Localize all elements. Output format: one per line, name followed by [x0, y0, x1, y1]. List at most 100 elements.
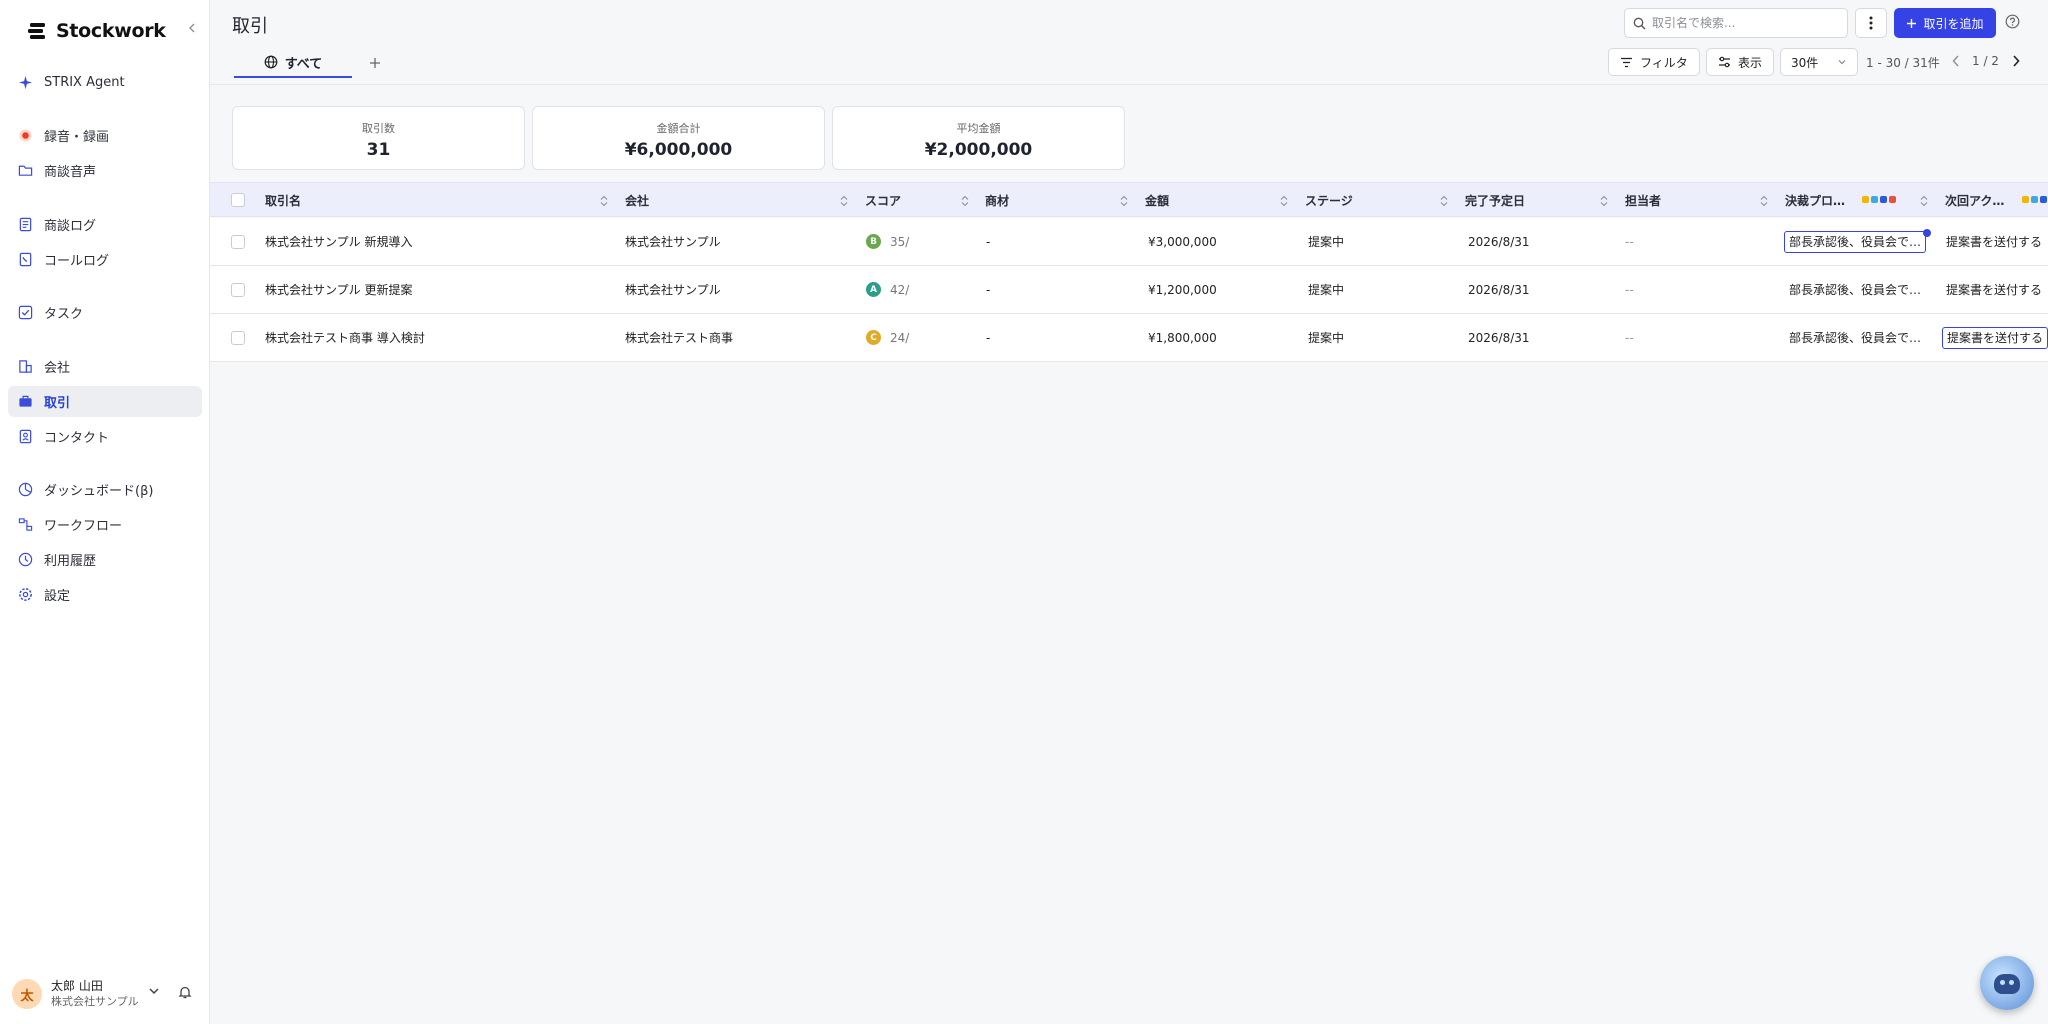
chevron-down-icon	[1838, 60, 1846, 65]
chevron-left-icon[interactable]	[1950, 54, 1962, 68]
company-cell[interactable]: 株式会社サンプル	[625, 218, 721, 265]
owner-cell[interactable]: --	[1625, 266, 1634, 313]
sort-icon[interactable]	[1599, 195, 1609, 207]
due-date-cell[interactable]: 2026/8/31	[1468, 314, 1530, 361]
sort-icon[interactable]	[1279, 195, 1289, 207]
more-options-button[interactable]	[1855, 8, 1887, 38]
column-header-company[interactable]: 会社	[625, 183, 649, 218]
due-date-cell[interactable]: 2026/8/31	[1468, 266, 1530, 313]
gear-icon	[19, 588, 32, 601]
user-menu[interactable]: 太 太郎 山田 株式会社サンプル	[12, 975, 202, 1013]
select-all-checkbox[interactable]	[231, 193, 245, 207]
amount-cell[interactable]: ¥1,800,000	[1148, 314, 1217, 361]
decision-process-cell[interactable]: 部長承認後、役員会で…	[1789, 266, 1921, 313]
owner-cell[interactable]: --	[1625, 218, 1634, 265]
sidebar-item-workflow[interactable]: ワークフロー	[8, 509, 202, 540]
sparkle-icon	[18, 75, 33, 90]
row-checkbox[interactable]	[231, 235, 245, 249]
stage-cell[interactable]: 提案中	[1308, 218, 1344, 265]
row-checkbox[interactable]	[231, 283, 245, 297]
sort-icon[interactable]	[1119, 195, 1129, 207]
sidebar-item-deals[interactable]: 取引	[8, 386, 202, 417]
row-checkbox[interactable]	[231, 331, 245, 345]
tab-all[interactable]: すべて	[234, 48, 352, 78]
search-box[interactable]	[1624, 8, 1848, 38]
next-action-cell[interactable]: 提案書を送付する	[1946, 266, 2042, 313]
stage-cell[interactable]: 提案中	[1308, 314, 1344, 361]
column-header-stage[interactable]: ステージ	[1305, 183, 1353, 218]
sort-icon[interactable]	[1759, 195, 1769, 207]
column-header-deal-name[interactable]: 取引名	[265, 183, 301, 218]
collapse-sidebar-icon[interactable]	[186, 22, 198, 34]
sidebar-item-label: 商談ログ	[44, 219, 97, 234]
next-action-cell[interactable]: 提案書を送付する	[1942, 314, 2048, 361]
sort-icon[interactable]	[1919, 195, 1929, 207]
sort-icon[interactable]	[599, 195, 609, 207]
sidebar-item-usage-history[interactable]: 利用履歴	[8, 544, 202, 575]
column-header-decision-process[interactable]: 決裁プロ…	[1785, 183, 1845, 218]
company-cell[interactable]: 株式会社テスト商事	[625, 314, 733, 361]
divider	[210, 84, 2048, 85]
chevron-right-icon[interactable]	[2010, 54, 2022, 68]
stat-value: ¥2,000,000	[924, 140, 1033, 160]
page-size-select[interactable]: 30件	[1780, 48, 1858, 76]
user-company: 株式会社サンプル	[51, 995, 139, 1008]
sidebar-item-dashboard[interactable]: ダッシュボード(β)	[8, 474, 202, 505]
decision-process-value: 部長承認後、役員会で…	[1784, 230, 1927, 253]
sort-icon[interactable]	[839, 195, 849, 207]
deal-name-cell[interactable]: 株式会社サンプル 新規導入	[265, 218, 412, 265]
search-icon	[1633, 17, 1646, 29]
amount-cell[interactable]: ¥1,200,000	[1148, 266, 1217, 313]
grade-badge: C	[866, 330, 881, 345]
sidebar-item-recording[interactable]: 録音・録画	[8, 120, 202, 151]
stage-cell[interactable]: 提案中	[1308, 266, 1344, 313]
column-header-product[interactable]: 商材	[985, 183, 1009, 218]
help-icon[interactable]	[2005, 14, 2020, 29]
phone-log-icon	[19, 252, 32, 267]
column-header-owner[interactable]: 担当者	[1625, 183, 1661, 218]
column-header-amount[interactable]: 金額	[1145, 183, 1169, 218]
decision-process-cell[interactable]: 部長承認後、役員会で…	[1784, 218, 1927, 265]
sidebar-item-call-log[interactable]: コールログ	[8, 244, 202, 275]
filter-button[interactable]: フィルタ	[1608, 48, 1700, 76]
product-cell[interactable]: -	[986, 266, 990, 313]
sidebar-item-task[interactable]: タスク	[8, 297, 202, 328]
ai-field-icon	[1862, 196, 1896, 203]
add-deal-button[interactable]: 取引を追加	[1894, 8, 1996, 38]
column-header-score[interactable]: スコア	[865, 183, 901, 218]
briefcase-icon	[19, 395, 32, 407]
company-cell[interactable]: 株式会社サンプル	[625, 266, 721, 313]
table-row[interactable]: 株式会社テスト商事 導入検討 株式会社テスト商事 C 24/ - ¥1,800,…	[210, 314, 2048, 362]
bell-icon[interactable]	[178, 985, 192, 999]
app-logo[interactable]: Stockwork	[26, 16, 166, 46]
assistant-chat-button[interactable]	[1980, 956, 2034, 1010]
amount-cell[interactable]: ¥3,000,000	[1148, 218, 1217, 265]
display-button[interactable]: 表示	[1706, 48, 1775, 76]
due-date-cell[interactable]: 2026/8/31	[1468, 218, 1530, 265]
sort-icon[interactable]	[1439, 195, 1449, 207]
product-cell[interactable]: -	[986, 218, 990, 265]
sidebar-item-strix-agent[interactable]: STRIX Agent	[8, 67, 202, 98]
column-header-due-date[interactable]: 完了予定日	[1465, 183, 1525, 218]
sidebar-item-meeting-log[interactable]: 商談ログ	[8, 209, 202, 240]
next-action-cell[interactable]: 提案書を送付する	[1946, 218, 2042, 265]
stat-label: 平均金額	[956, 122, 1001, 135]
chevron-down-icon[interactable]	[148, 985, 160, 997]
sidebar-item-company[interactable]: 会社	[8, 351, 202, 382]
sidebar: Stockwork STRIX Agent 録音・録画 商談音声 商談ログ コー…	[0, 0, 210, 1024]
deal-name-cell[interactable]: 株式会社サンプル 更新提案	[265, 266, 412, 313]
sidebar-item-contacts[interactable]: コンタクト	[8, 421, 202, 452]
search-input[interactable]	[1652, 16, 1832, 30]
add-view-button[interactable]	[364, 52, 386, 74]
product-cell[interactable]: -	[986, 314, 990, 361]
sort-icon[interactable]	[960, 195, 970, 207]
deal-name-cell[interactable]: 株式会社テスト商事 導入検討	[265, 314, 425, 361]
table-row[interactable]: 株式会社サンプル 更新提案 株式会社サンプル A 42/ - ¥1,200,00…	[210, 266, 2048, 314]
sidebar-item-settings[interactable]: 設定	[8, 579, 202, 610]
table-row[interactable]: 株式会社サンプル 新規導入 株式会社サンプル B 35/ - ¥3,000,00…	[210, 218, 2048, 266]
sidebar-item-label: 商談音声	[44, 165, 97, 180]
owner-cell[interactable]: --	[1625, 314, 1634, 361]
sidebar-item-meeting-audio[interactable]: 商談音声	[8, 155, 202, 186]
column-header-next-action[interactable]: 次回アク…	[1945, 183, 2004, 218]
decision-process-cell[interactable]: 部長承認後、役員会で…	[1789, 314, 1921, 361]
